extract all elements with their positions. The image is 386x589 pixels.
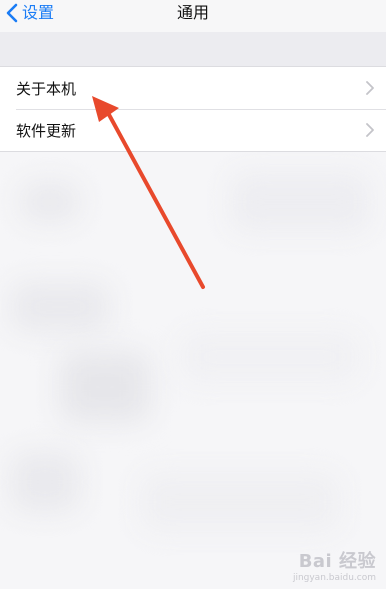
- watermark: Bai 经验 jingyan.baidu.com: [293, 547, 376, 583]
- watermark-text: Bai 经验: [298, 551, 376, 572]
- list-item-software-update[interactable]: 软件更新: [0, 109, 386, 151]
- settings-list: 关于本机 软件更新: [0, 66, 386, 152]
- list-item-about[interactable]: 关于本机: [0, 67, 386, 110]
- blurred-content: [0, 152, 386, 589]
- navigation-bar: 设置 通用: [0, 0, 386, 32]
- list-item-label: 关于本机: [16, 79, 77, 98]
- page-title: 通用: [176, 3, 209, 22]
- watermark-url: jingyan.baidu.com: [292, 573, 376, 583]
- list-item-label: 软件更新: [16, 121, 77, 140]
- chevron-right-icon: [366, 123, 374, 137]
- chevron-right-icon: [366, 81, 374, 95]
- section-gap: [0, 32, 386, 66]
